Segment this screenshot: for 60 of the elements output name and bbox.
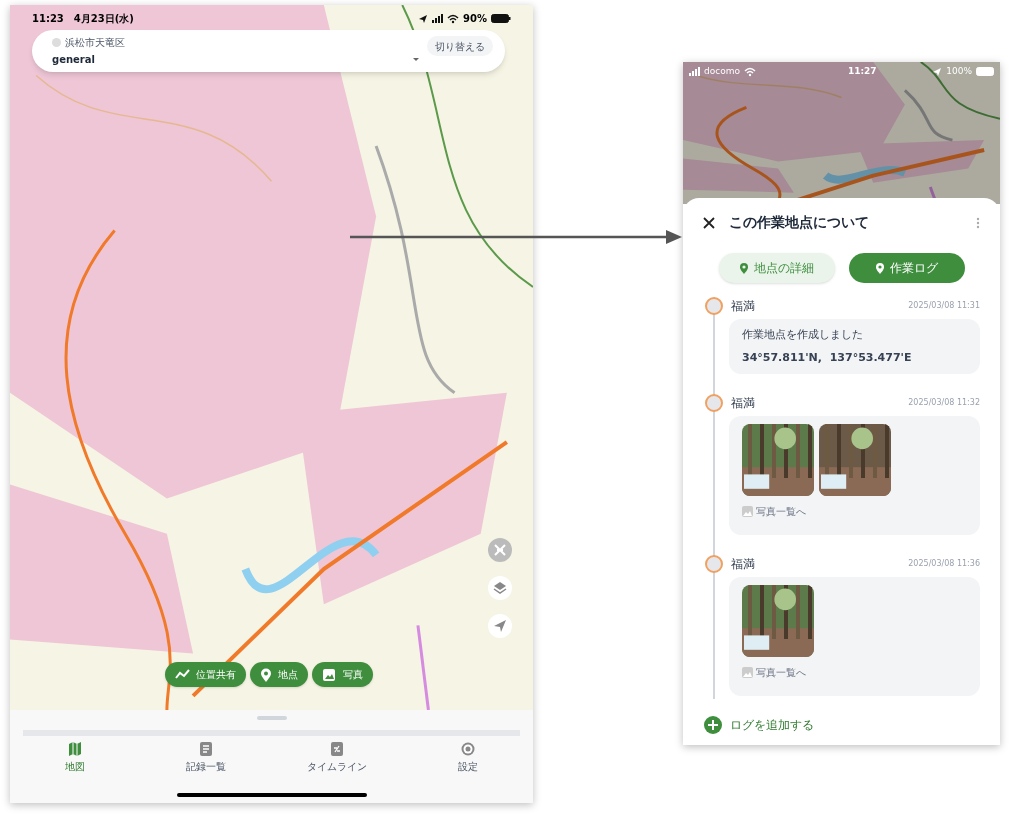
tab[interactable]: タイムライン (271, 742, 403, 774)
sheet-handle[interactable] (256, 716, 287, 720)
log-time: 2025/03/08 11:32 (908, 397, 980, 409)
status-date: 4月23日(水) (73, 12, 134, 26)
pin-icon (875, 262, 885, 274)
photo-list-link[interactable]: 写真一覧へ (742, 504, 967, 519)
log-time: 2025/03/08 11:31 (908, 300, 980, 312)
author-name: 福満 (731, 298, 755, 315)
map-action-button[interactable]: 地点 (250, 662, 308, 687)
image-icon (742, 506, 753, 517)
tab[interactable]: 設定 (402, 742, 533, 774)
status-time: 11:23 (32, 12, 64, 26)
map-action-button[interactable]: 写真 (312, 662, 373, 687)
log-message: 作業地点を作成しました (742, 327, 864, 343)
battery-percent: 100% (946, 65, 972, 78)
map-action-button[interactable]: 位置共有 (165, 662, 246, 687)
ring-icon (460, 742, 475, 756)
wifi-icon (447, 13, 460, 24)
tab[interactable]: 記録一覧 (140, 742, 272, 774)
location-icon (418, 13, 429, 24)
pin-icon (739, 262, 749, 274)
pin-icon (260, 667, 272, 682)
avatar (705, 394, 723, 412)
layers-button[interactable] (488, 576, 512, 600)
navigation-button[interactable] (488, 614, 512, 638)
location-icon (932, 66, 943, 77)
battery-percent: 90% (463, 12, 487, 26)
log-time: 2025/03/08 11:36 (908, 558, 980, 570)
battery-icon (976, 67, 994, 77)
battery-icon (491, 14, 511, 23)
signal-icon (432, 14, 444, 23)
switch-button[interactable]: 切り替える (427, 36, 493, 56)
dropdown-caret-icon (413, 57, 419, 61)
segment-tab[interactable]: 地点の詳細 (718, 253, 835, 283)
area-name: general (52, 53, 96, 67)
sheet-title: この作業地点について (729, 213, 869, 232)
document-icon (199, 742, 214, 756)
region-icon (52, 38, 61, 47)
wifi-icon (743, 66, 756, 77)
plus-icon (704, 716, 722, 734)
author-name: 福満 (731, 395, 755, 412)
add-log-button[interactable]: ログを追加する (704, 716, 1000, 734)
close-icon[interactable] (703, 216, 715, 229)
avatar (705, 555, 723, 573)
photo-list-link[interactable]: 写真一覧へ (742, 665, 967, 680)
image-icon (742, 667, 753, 678)
tab[interactable]: 地図 (10, 742, 141, 774)
more-icon[interactable] (976, 216, 980, 229)
avatar (705, 297, 723, 315)
note-icon (329, 742, 344, 756)
signal-icon (689, 67, 700, 77)
map-icon (68, 742, 83, 756)
segment-tab[interactable]: 作業ログ (848, 253, 965, 283)
status-time: 11:27 (847, 65, 877, 78)
coordinates-text: 34°57.811'N, 137°53.477'E (742, 349, 913, 366)
carrier-name: docomo (704, 65, 740, 78)
region-label: 浜松市天竜区 (65, 36, 125, 50)
satellite-off-button[interactable] (488, 538, 512, 562)
image-icon (322, 667, 337, 682)
author-name: 福満 (731, 556, 755, 573)
